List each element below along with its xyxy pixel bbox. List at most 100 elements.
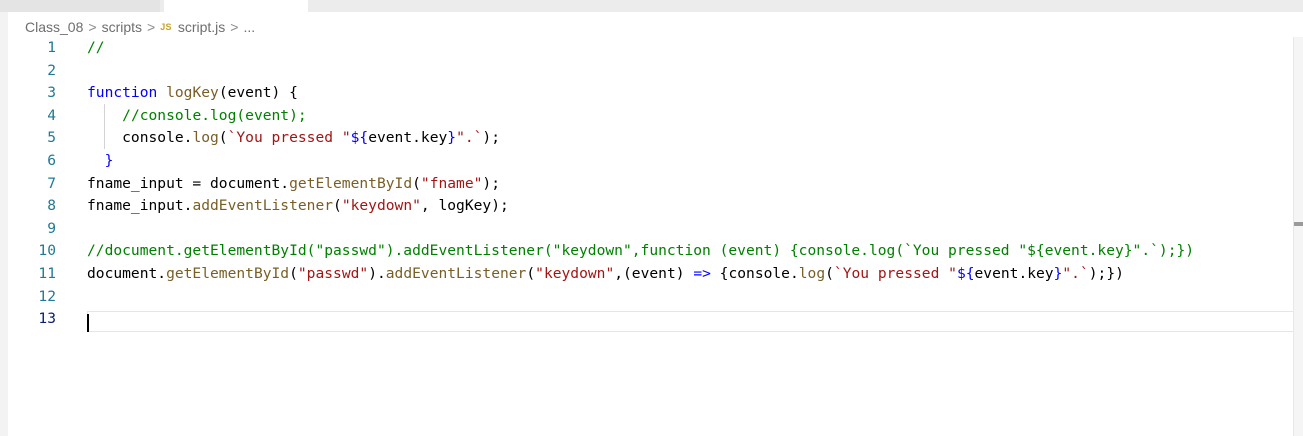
editor-tab-inactive[interactable] — [0, 0, 160, 12]
code-token: getElementById — [289, 174, 413, 192]
code-token: log — [192, 129, 219, 147]
code-token: ,(event) — [614, 265, 694, 282]
code-token: // — [87, 39, 105, 56]
code-editor[interactable]: 1//2 3 function logKey(event) {4 //console… — [8, 37, 1303, 436]
line-number: 13 — [38, 310, 56, 328]
code-token: ${ — [350, 129, 369, 147]
code-token: ( — [218, 129, 228, 147]
line-number: 4 — [47, 106, 56, 124]
code-token: ( — [333, 197, 342, 215]
code-token: log — [798, 265, 826, 282]
line-number: 7 — [47, 174, 56, 192]
code-token: event.key — [368, 129, 448, 147]
code-line[interactable]: 5 console.log(`You pressed "${event.key}… — [8, 127, 1303, 150]
editor-tab-bar — [0, 0, 1303, 12]
code-token: "passwd" — [297, 265, 369, 282]
text-cursor — [87, 314, 89, 332]
code-token: {console. — [710, 265, 799, 282]
line-code[interactable]: function logKey(event) { — [87, 82, 298, 105]
breadcrumb: Class_08 > scripts > JS script.js > ... — [25, 17, 255, 37]
code-token: `You pressed " — [227, 129, 351, 147]
breadcrumb-folder-scripts[interactable]: scripts — [102, 19, 142, 35]
code-token: "keydown" — [341, 197, 421, 215]
code-token: ${ — [956, 265, 975, 282]
code-token: //document.getElementById("passwd").addE… — [87, 242, 1195, 260]
code-token: ); — [482, 174, 500, 192]
line-number: 9 — [47, 219, 56, 237]
line-code[interactable]: // — [87, 37, 105, 60]
code-line[interactable]: 9 — [8, 218, 1303, 241]
code-token: logKey — [166, 84, 219, 102]
line-number: 3 — [47, 84, 56, 102]
chevron-right-icon: > — [88, 19, 97, 35]
code-token: "fname" — [420, 174, 483, 192]
chevron-right-icon: > — [230, 19, 239, 35]
line-number: 10 — [38, 242, 56, 260]
code-line[interactable]: 4 //console.log(event); — [8, 105, 1303, 128]
line-number: 6 — [47, 152, 56, 169]
code-line[interactable]: 7 fname_input = document.getElementById("… — [8, 173, 1303, 196]
code-line[interactable]: 10 //document.getElementById("passwd").ad… — [8, 240, 1303, 263]
code-line[interactable]: 6 } — [8, 150, 1303, 173]
code-token: console. — [87, 129, 193, 147]
code-token: event.key — [974, 265, 1054, 282]
line-code[interactable]: fname_input = document.getElementById("f… — [87, 173, 500, 196]
line-number: 2 — [47, 61, 56, 79]
code-token: ".` — [456, 129, 483, 147]
line-code[interactable]: document.getElementById("passwd").addEve… — [87, 263, 1124, 286]
line-number: 12 — [38, 287, 56, 305]
code-token: ( — [289, 265, 298, 282]
mouse-ibeam-cursor — [443, 178, 449, 194]
line-code[interactable]: fname_input.addEventListener("keydown", … — [87, 195, 509, 218]
code-line[interactable]: 2 — [8, 60, 1303, 83]
code-token: (event) { — [218, 84, 298, 102]
code-token: addEventListener — [192, 197, 334, 215]
line-code[interactable]: } — [87, 150, 114, 173]
code-token: fname_input. — [87, 197, 193, 215]
code-line[interactable]: 1 // — [8, 37, 1303, 60]
code-token: ( — [526, 265, 536, 282]
code-line[interactable]: 13 — [8, 308, 1303, 331]
code-token: ( — [412, 174, 421, 192]
code-token: ".` — [1062, 265, 1089, 282]
code-line[interactable]: 8 fname_input.addEventListener("keydown",… — [8, 195, 1303, 218]
line-code[interactable]: console.log(`You pressed "${event.key}".… — [87, 127, 500, 150]
line-code[interactable]: //document.getElementById("passwd").addE… — [87, 240, 1194, 263]
code-token: fname_input = document. — [87, 174, 290, 192]
line-number: 1 — [47, 39, 56, 56]
code-line[interactable]: 3 function logKey(event) { — [8, 82, 1303, 105]
code-token: );}) — [1088, 265, 1124, 282]
code-token: => — [693, 265, 711, 282]
code-token: ). — [368, 265, 386, 282]
code-token: document. — [87, 265, 167, 282]
line-number: 5 — [47, 129, 56, 147]
scrollbar-thumb[interactable] — [1294, 222, 1303, 226]
line-number: 11 — [38, 265, 56, 282]
code-token: getElementById — [166, 265, 290, 282]
breadcrumb-folder-class08[interactable]: Class_08 — [25, 19, 83, 35]
code-token: addEventListener — [385, 265, 527, 282]
code-token: ( — [825, 265, 834, 282]
editor-tab-active[interactable] — [164, 0, 308, 12]
code-token: } — [447, 129, 457, 147]
line-code[interactable]: //console.log(event); — [87, 105, 307, 128]
code-token: ); — [482, 129, 500, 147]
breadcrumb-file-scriptjs[interactable]: script.js — [178, 19, 225, 35]
code-token: `You pressed " — [833, 265, 957, 282]
code-token: function — [87, 84, 158, 102]
activity-edge — [0, 12, 8, 436]
line-number: 8 — [47, 197, 56, 215]
chevron-right-icon: > — [147, 19, 156, 35]
code-token: //console.log(event); — [122, 106, 307, 124]
code-token: "keydown" — [535, 265, 615, 282]
breadcrumb-symbols[interactable]: ... — [243, 19, 255, 35]
javascript-file-icon: JS — [160, 22, 172, 32]
code-token: , logKey); — [420, 197, 509, 215]
code-line[interactable]: 11 document.getElementById("passwd").addE… — [8, 263, 1303, 286]
code-line[interactable]: 12 — [8, 286, 1303, 309]
vertical-scrollbar[interactable] — [1293, 37, 1303, 436]
code-token: } — [104, 152, 114, 169]
